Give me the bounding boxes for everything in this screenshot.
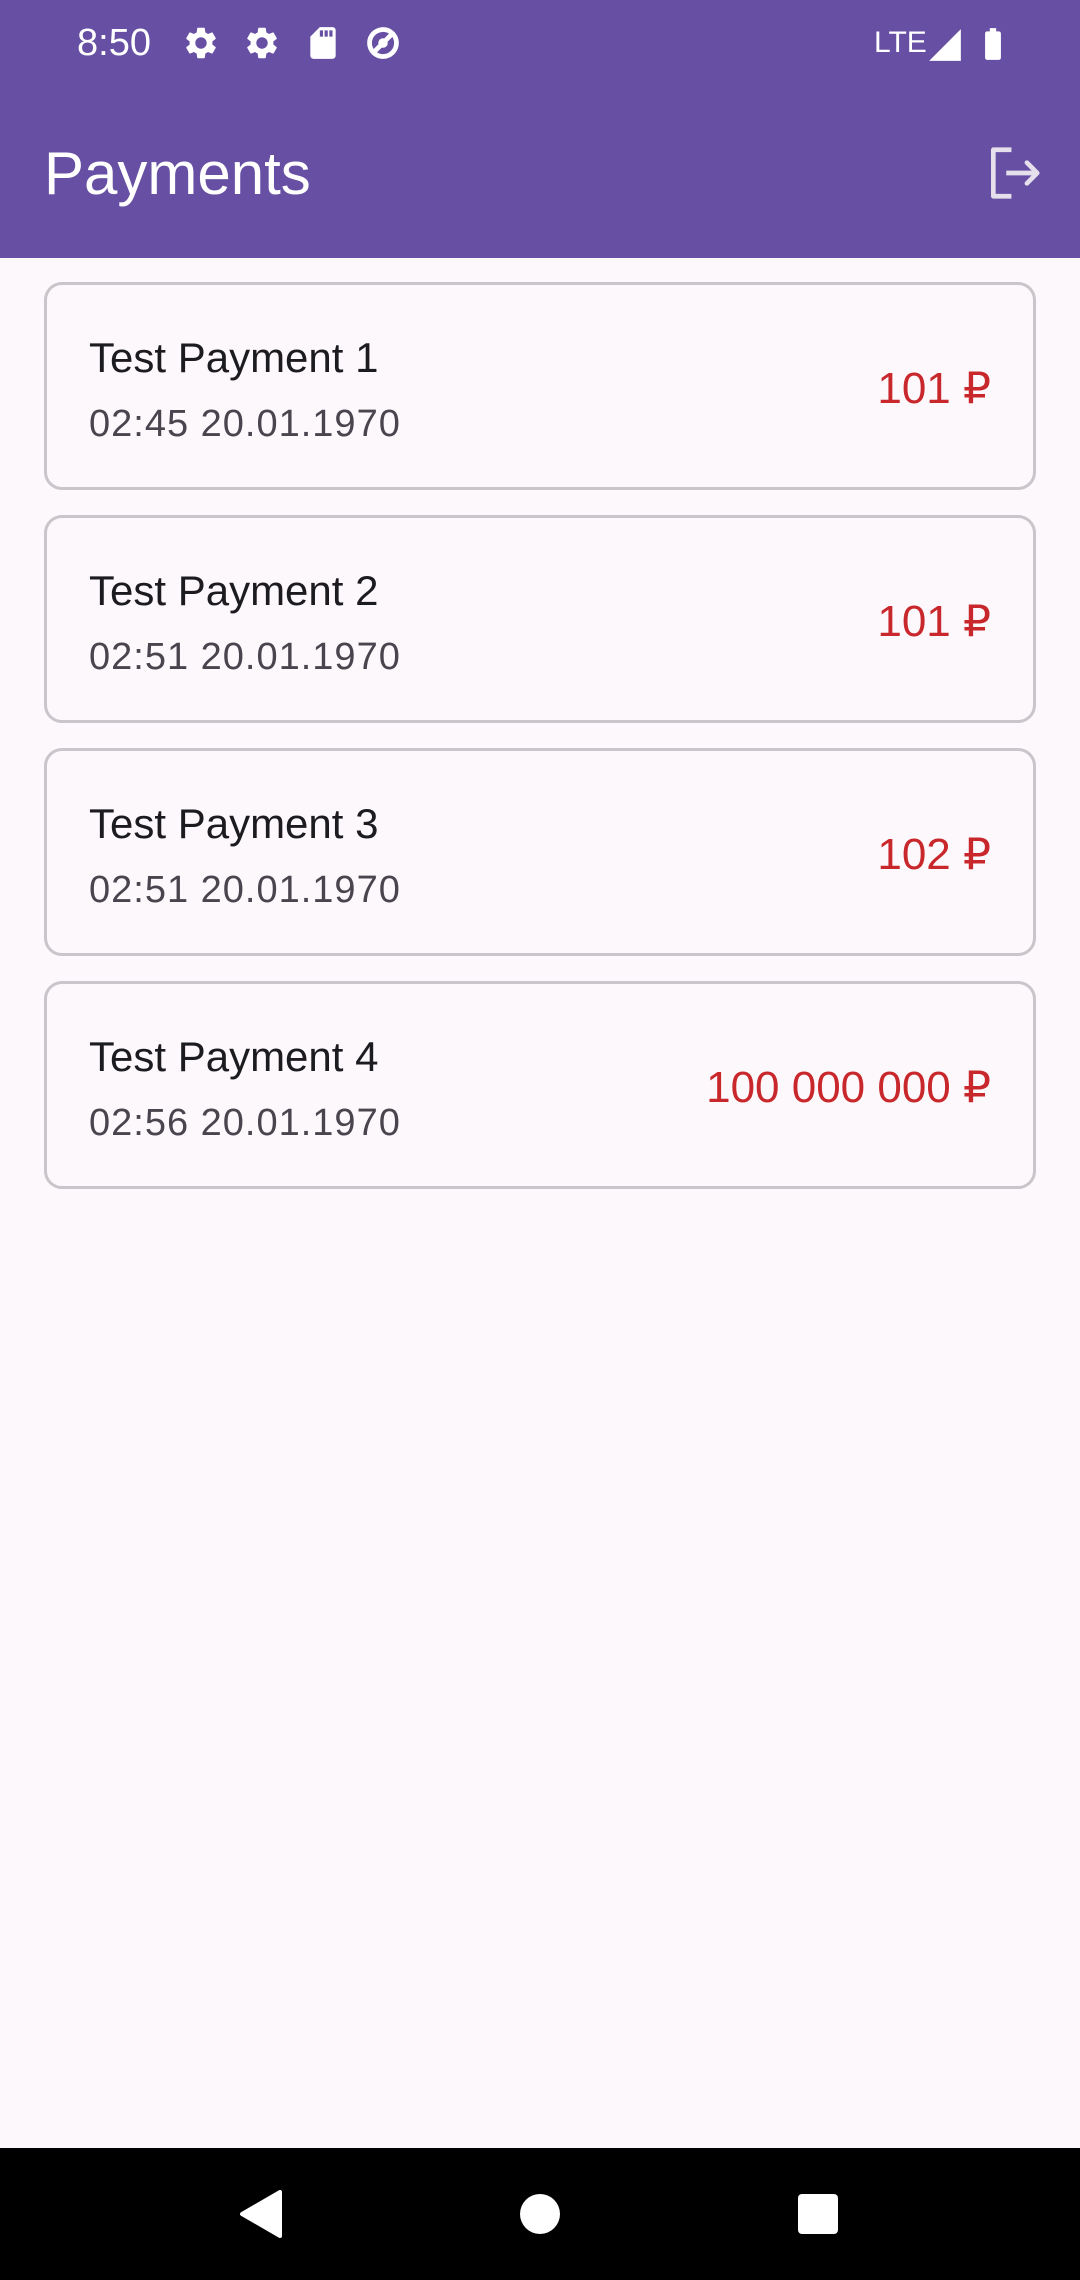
payment-title: Test Payment 1: [89, 334, 379, 381]
status-bar: 8:50 LTE: [0, 0, 1080, 88]
screen: 8:50 LTE Payments Test Payment 1 02:45 2…: [0, 0, 1080, 2280]
network-type: LTE: [874, 26, 927, 59]
back-icon: [240, 2190, 282, 2238]
back-button[interactable]: [224, 2178, 296, 2250]
payment-title: Test Payment 4: [89, 1033, 379, 1080]
logout-icon: [991, 147, 1040, 199]
payment-title: Test Payment 2: [89, 567, 379, 614]
recents-button[interactable]: [782, 2178, 854, 2250]
payments-list: Test Payment 1 02:45 20.01.1970 101 ₽ Te…: [44, 282, 1036, 1214]
status-time: 8:50: [77, 22, 151, 64]
system-navigation-bar: [0, 2148, 1080, 2280]
payment-card[interactable]: Test Payment 4 02:56 20.01.1970 100 000 …: [44, 981, 1036, 1189]
payment-amount: 101 ₽: [877, 597, 991, 646]
payment-datetime: 02:56 20.01.1970: [89, 1102, 401, 1144]
payment-amount: 102 ₽: [877, 830, 991, 879]
payment-datetime: 02:45 20.01.1970: [89, 403, 401, 445]
payment-datetime: 02:51 20.01.1970: [89, 869, 401, 911]
gear-icon: [182, 24, 220, 62]
battery-icon: [974, 24, 1012, 64]
app-bar: Payments: [0, 88, 1080, 258]
logout-button[interactable]: [974, 133, 1054, 213]
page-title: Payments: [44, 140, 311, 207]
home-button[interactable]: [504, 2178, 576, 2250]
payment-amount: 101 ₽: [877, 364, 991, 413]
gear-icon: [243, 24, 281, 62]
home-icon: [520, 2194, 560, 2234]
recents-icon: [798, 2194, 838, 2234]
payment-amount: 100 000 000 ₽: [706, 1063, 991, 1112]
signal-icon: [926, 26, 964, 64]
payment-datetime: 02:51 20.01.1970: [89, 636, 401, 678]
payment-title: Test Payment 3: [89, 800, 379, 847]
sd-card-icon: [304, 24, 342, 62]
payment-card[interactable]: Test Payment 3 02:51 20.01.1970 102 ₽: [44, 748, 1036, 956]
data-saver-icon: [364, 24, 402, 62]
payment-card[interactable]: Test Payment 1 02:45 20.01.1970 101 ₽: [44, 282, 1036, 490]
payment-card[interactable]: Test Payment 2 02:51 20.01.1970 101 ₽: [44, 515, 1036, 723]
